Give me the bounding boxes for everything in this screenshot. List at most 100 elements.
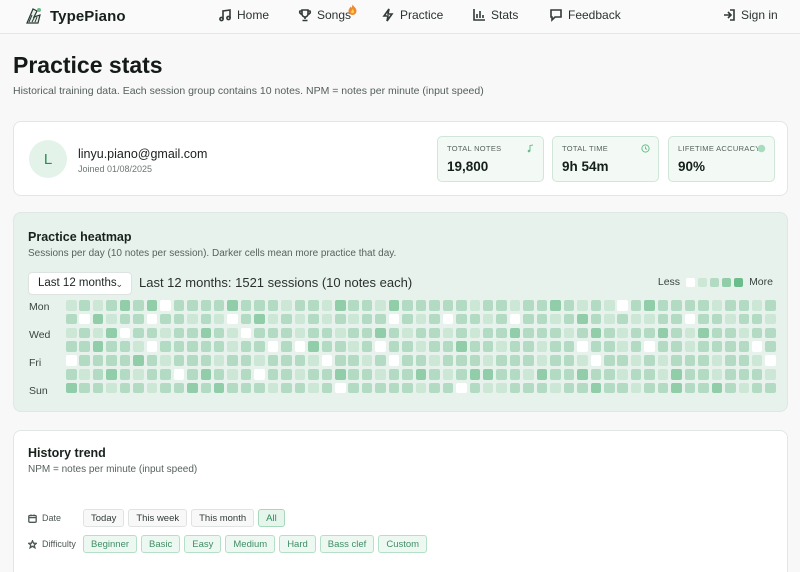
heatmap-cell: [657, 341, 669, 352]
difficulty-chip-easy[interactable]: Easy: [184, 535, 222, 553]
heatmap-cell: [496, 327, 507, 339]
date-chip-all[interactable]: All: [258, 509, 285, 527]
nav-practice[interactable]: Practice: [381, 8, 443, 22]
heatmap-cell: [294, 327, 306, 339]
heatmap-cell: [429, 341, 440, 352]
top-nav: TypePiano Home Songs Practice Stats Feed…: [0, 0, 800, 34]
heatmap-cell: [590, 313, 602, 325]
nav-stats[interactable]: Stats: [472, 8, 518, 22]
heatmap-cell: [469, 300, 480, 311]
heatmap-cell: [469, 327, 480, 339]
difficulty-chip-bass-clef[interactable]: Bass clef: [319, 535, 375, 553]
heatmap-cell: [604, 355, 615, 366]
heatmap-cell: [523, 313, 534, 325]
difficulty-chip-beginner[interactable]: Beginner: [83, 535, 138, 553]
heatmap-cell: [200, 355, 211, 366]
heatmap-cell: [751, 313, 763, 325]
heatmap-cell: [604, 327, 615, 339]
heatmap-cell: [79, 341, 90, 352]
heatmap-cell: [213, 300, 225, 311]
heatmap-cell: [402, 341, 413, 352]
nav-feedback[interactable]: Feedback: [549, 8, 621, 22]
avatar: L: [29, 140, 67, 178]
stat-label: Total time: [562, 144, 609, 153]
heatmap-cell: [604, 341, 615, 352]
heatmap-legend: Less More: [658, 276, 773, 288]
heatmap-cell: [361, 327, 373, 339]
heatmap-cell: [738, 300, 749, 311]
heatmap-cell: [617, 327, 628, 339]
heatmap-cell: [146, 300, 158, 311]
brand[interactable]: TypePiano: [24, 5, 126, 27]
history-card: History trend NPM = notes per minute (in…: [13, 430, 788, 572]
heatmap-cell: [563, 300, 575, 311]
heatmap-title: Practice heatmap: [28, 230, 132, 244]
heatmap-cell: [361, 355, 373, 366]
heatmap-cell: [79, 355, 90, 366]
heatmap-cell: [429, 369, 440, 380]
heatmap-cell: [577, 369, 588, 380]
heatmap-cell: [187, 341, 198, 352]
heatmap-cell: [496, 355, 507, 366]
heatmap-cell: [200, 313, 211, 325]
heatmap-cell: [442, 313, 454, 325]
difficulty-chip-basic[interactable]: Basic: [141, 535, 181, 553]
heatmap-cell: [187, 355, 198, 366]
heatmap-cell: [482, 327, 494, 339]
heatmap-cell: [751, 382, 763, 394]
heatmap-cell: [146, 327, 158, 339]
date-chip-this-month[interactable]: This month: [191, 509, 255, 527]
heatmap-cell: [630, 341, 642, 352]
day-label-wed: Wed: [29, 329, 51, 341]
heatmap-cell: [119, 341, 131, 352]
heatmap-cell: [725, 327, 736, 339]
heatmap-cell: [200, 369, 211, 380]
heatmap-cell: [308, 300, 319, 311]
date-filter-label: Date: [28, 513, 79, 523]
heatmap-cell: [550, 300, 561, 311]
difficulty-chip-hard[interactable]: Hard: [279, 535, 316, 553]
range-select[interactable]: Last 12 months ⌄: [28, 272, 132, 295]
heatmap-cell: [442, 369, 454, 380]
heatmap-cell: [725, 341, 736, 352]
heatmap-cell: [604, 300, 615, 311]
heatmap-cell: [308, 369, 319, 380]
heatmap-cell: [348, 300, 359, 311]
sign-in-button[interactable]: Sign in: [722, 8, 778, 22]
heatmap-cell: [267, 300, 279, 311]
heatmap-cell: [644, 341, 655, 352]
heatmap-cell: [738, 382, 749, 394]
heatmap-cell: [765, 355, 776, 366]
clock-icon: [641, 144, 650, 153]
heatmap-cell: [698, 341, 709, 352]
heatmap-cell: [751, 355, 763, 366]
heatmap-cell: [321, 327, 333, 339]
heatmap-cell: [482, 300, 494, 311]
nav-practice-label: Practice: [400, 8, 444, 22]
heatmap-cell: [604, 382, 615, 394]
date-chip-today[interactable]: Today: [83, 509, 125, 527]
heatmap-cell: [321, 300, 333, 311]
date-chip-this-week[interactable]: This week: [128, 509, 188, 527]
music-note-icon: [219, 9, 231, 22]
nav-home[interactable]: Home: [218, 8, 269, 22]
heatmap-cell: [240, 327, 252, 339]
heatmap-cell: [657, 382, 669, 394]
heatmap-cell: [711, 369, 723, 380]
difficulty-chip-medium[interactable]: Medium: [225, 535, 276, 553]
nav-songs[interactable]: Songs: [298, 8, 351, 22]
music-note-icon: [527, 144, 534, 153]
heatmap-cell: [536, 313, 548, 325]
heatmap-cell: [456, 313, 467, 325]
heatmap-cell: [281, 369, 292, 380]
heatmap-cell: [119, 355, 131, 366]
heatmap-cell: [617, 341, 628, 352]
heatmap-cell: [738, 313, 749, 325]
heatmap-cell: [227, 341, 238, 352]
difficulty-chip-custom[interactable]: Custom: [378, 535, 428, 553]
day-label-sun: Sun: [29, 385, 48, 397]
heatmap-cell: [227, 369, 238, 380]
sign-in-icon: [724, 9, 735, 21]
heatmap-cell: [415, 327, 427, 339]
heatmap-cell: [738, 355, 749, 366]
